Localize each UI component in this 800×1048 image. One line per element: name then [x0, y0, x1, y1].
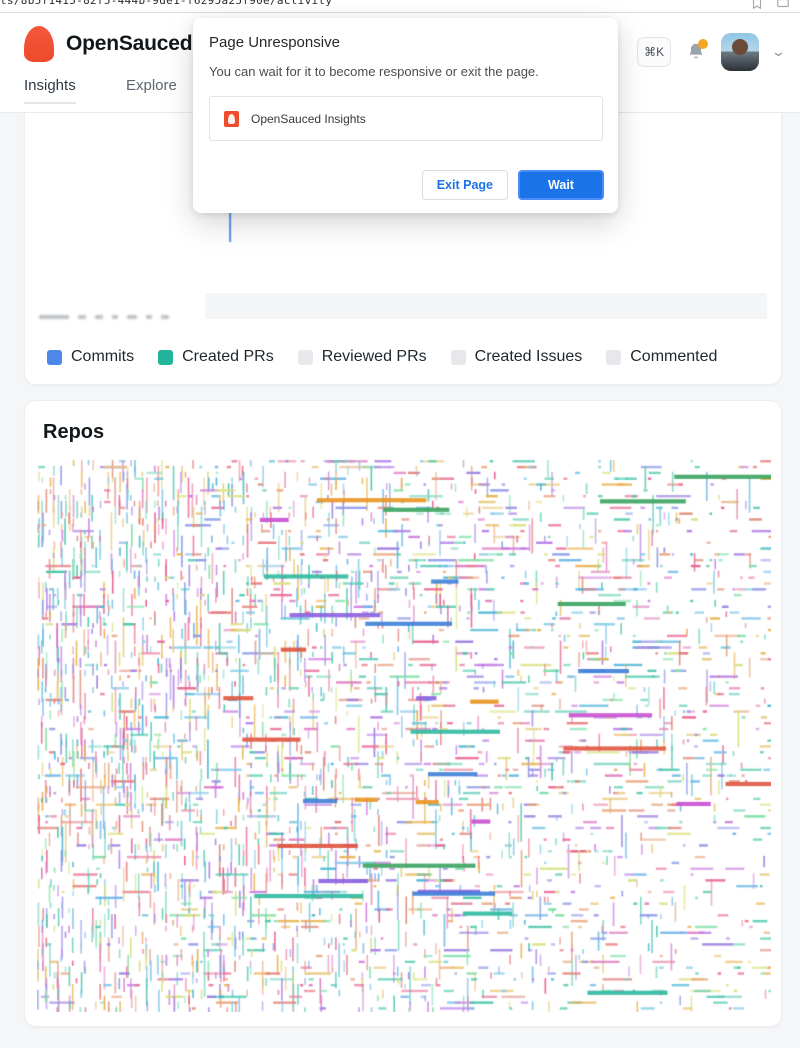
repos-card: Repos: [24, 400, 782, 1027]
legend-item-commented[interactable]: Commented: [606, 348, 717, 366]
legend-label-created-prs: Created PRs: [182, 348, 274, 365]
legend-label-commits: Commits: [71, 348, 135, 365]
notifications-button[interactable]: [685, 39, 709, 64]
nav-item-explore-label: Explore: [126, 77, 177, 94]
legend-swatch-created-prs: [158, 349, 174, 365]
activity-chart-axis-ticks: [39, 315, 299, 327]
legend-swatch-reviewed-prs: [297, 349, 313, 365]
page-body: Commits Created PRs Reviewed PRs Created…: [0, 113, 800, 1048]
nav-item-insights[interactable]: Insights: [24, 77, 76, 104]
dialog-page-row: OpenSauced Insights: [209, 96, 603, 141]
exit-page-button[interactable]: Exit Page: [421, 170, 508, 200]
opensauced-favicon-icon: [224, 110, 239, 127]
nav-item-insights-label: Insights: [24, 77, 76, 94]
dialog-button-row: Exit Page Wait: [421, 170, 604, 200]
avatar[interactable]: [721, 33, 760, 71]
legend-label-reviewed-prs: Reviewed PRs: [321, 348, 427, 365]
address-bar-url[interactable]: ts/8b5f1415-82f5-444b-9de1-f6295a25f90e/…: [0, 0, 332, 7]
extensions-icon[interactable]: [776, 0, 790, 10]
activity-chart-legend: Commits Created PRs Reviewed PRs Created…: [47, 348, 717, 366]
brand-name: OpenSauced: [66, 32, 193, 55]
opensauced-logo-icon: [24, 26, 54, 62]
bookmark-icon[interactable]: [750, 0, 764, 10]
nav-item-explore[interactable]: Explore: [126, 77, 177, 104]
search-shortcut-button[interactable]: ⌘K: [637, 37, 672, 67]
browser-chrome-strip: ts/8b5f1415-82f5-444b-9de1-f6295a25f90e/…: [0, 0, 800, 13]
repos-card-title: Repos: [43, 421, 105, 443]
legend-swatch-commits: [47, 349, 62, 365]
repos-activity-visualization[interactable]: [37, 459, 771, 1012]
legend-item-commits[interactable]: Commits: [47, 348, 134, 366]
chevron-down-icon[interactable]: ⌄: [771, 44, 786, 60]
legend-item-created-issues[interactable]: Created Issues: [450, 348, 583, 366]
legend-label-commented: Commented: [630, 348, 718, 365]
legend-label-created-issues: Created Issues: [474, 348, 583, 365]
legend-item-created-prs[interactable]: Created PRs: [158, 348, 274, 366]
repos-activity-canvas: [37, 459, 771, 1012]
header-actions: ⌘K ⌄: [637, 33, 786, 71]
legend-swatch-created-issues: [450, 349, 466, 365]
legend-item-reviewed-prs[interactable]: Reviewed PRs: [297, 348, 427, 366]
wait-button[interactable]: Wait: [518, 170, 604, 200]
page-unresponsive-dialog: Page Unresponsive You can wait for it to…: [193, 18, 618, 213]
legend-swatch-commented: [606, 349, 622, 365]
dialog-message: You can wait for it to become responsive…: [209, 64, 539, 79]
search-shortcut-label: ⌘K: [644, 45, 665, 59]
brand-logo-link[interactable]: OpenSauced: [24, 26, 193, 62]
dialog-title: Page Unresponsive: [209, 34, 340, 51]
dialog-page-label: OpenSauced Insights: [251, 111, 366, 126]
